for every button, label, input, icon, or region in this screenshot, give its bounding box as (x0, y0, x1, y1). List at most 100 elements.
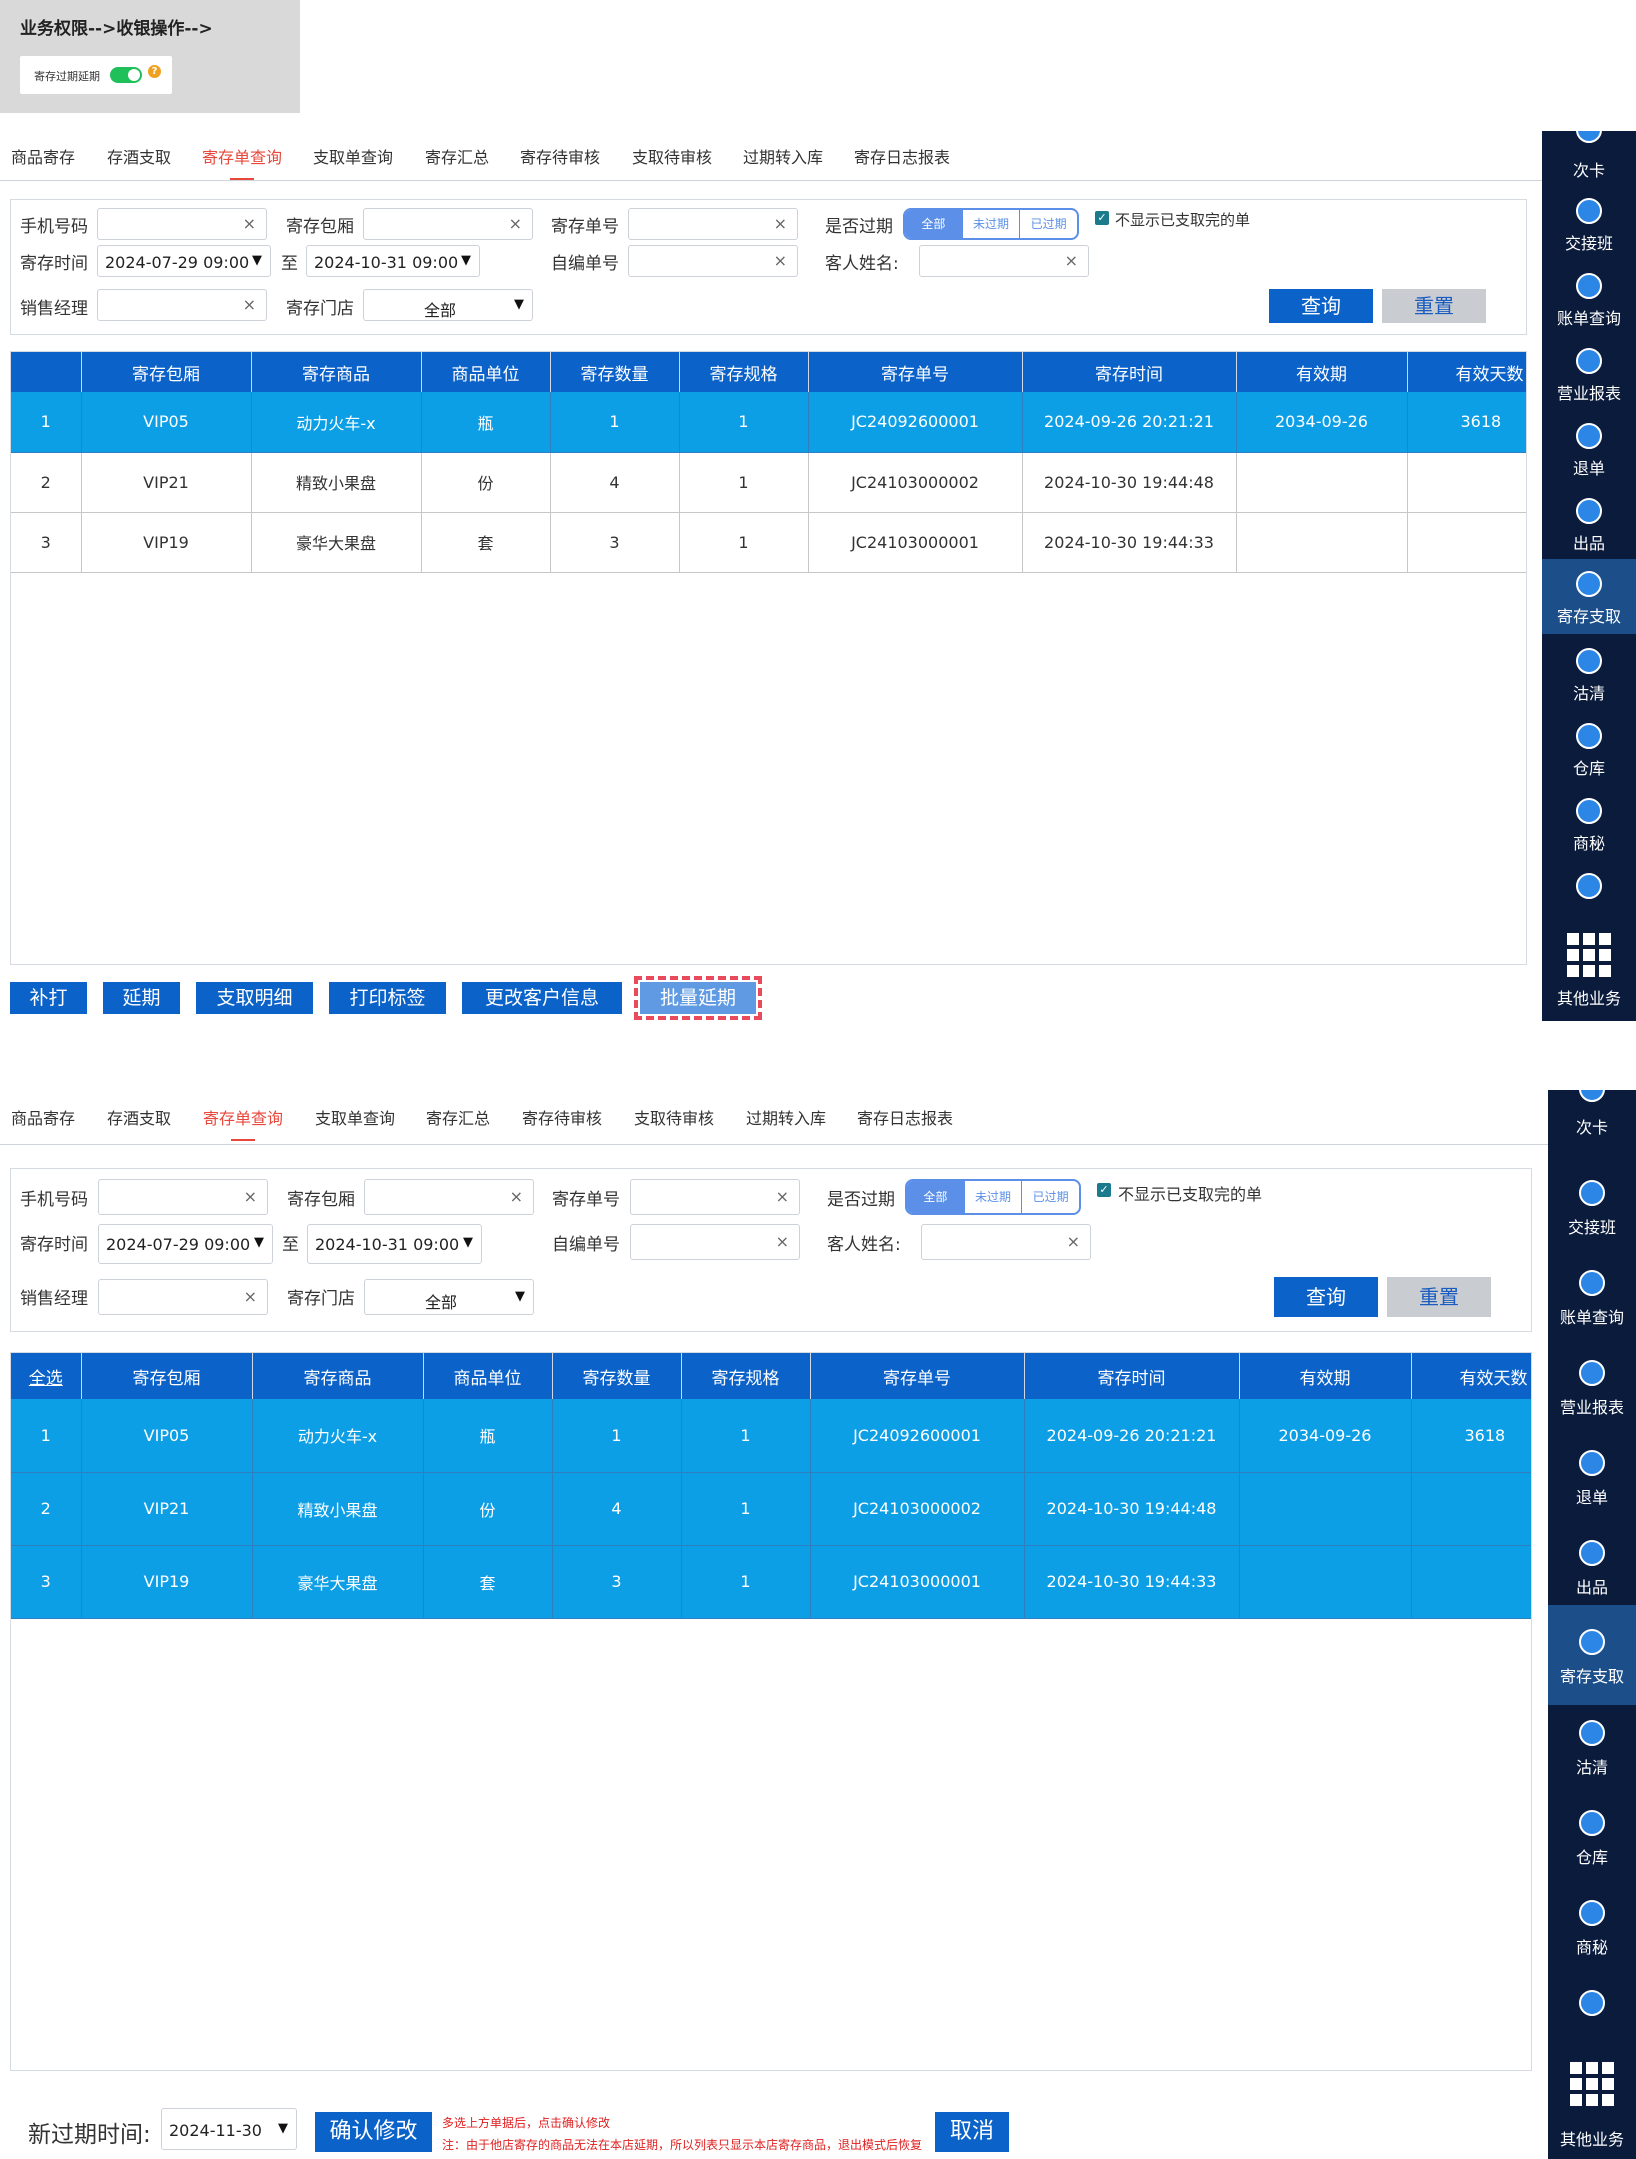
sidebar-item-user[interactable] (1542, 867, 1636, 917)
clear-icon[interactable]: × (243, 214, 256, 233)
clear-icon[interactable]: × (774, 251, 787, 270)
sidebar-item-shift[interactable]: 交接班 (1542, 192, 1636, 267)
sidebar-item-deposit[interactable]: 寄存支取 (1548, 1605, 1636, 1705)
tab-withdraw-query[interactable]: 支取单查询 (313, 144, 393, 168)
table-row[interactable]: 3 VIP19 豪华大果盘 套 3 1 JC24103000001 2024-1… (11, 512, 1526, 573)
reset-button[interactable]: 重置 (1387, 1277, 1491, 1317)
batch-extend-button[interactable]: 批量延期 (634, 976, 762, 1020)
sidebar-item-soldout[interactable]: 沽清 (1542, 642, 1636, 717)
table-row[interactable]: 2 VIP21 精致小果盘 份 4 1 JC24103000002 2024-1… (11, 1472, 1531, 1546)
expired-all[interactable]: 全部 (905, 210, 963, 238)
table-row[interactable]: 1 VIP05 动力火车-x 瓶 1 1 JC24092600001 2024-… (11, 392, 1526, 453)
edit-customer-button[interactable]: 更改客户信息 (462, 982, 622, 1014)
tab-deposit-review[interactable]: 寄存待审核 (520, 144, 600, 168)
customer-input[interactable]: × (921, 1224, 1091, 1260)
tab-deposit-review[interactable]: 寄存待审核 (522, 1105, 602, 1129)
sidebar-item-report[interactable]: 营业报表 (1548, 1346, 1636, 1436)
sidebar-item-secretary[interactable]: 商秘 (1548, 1886, 1636, 1976)
self-no-input[interactable]: × (630, 1224, 800, 1260)
time-from-select[interactable]: 2024-07-29 09:00 ▼ (97, 245, 271, 277)
time-from-select[interactable]: 2024-07-29 09:00 ▼ (98, 1224, 273, 1264)
hide-done-checkbox[interactable]: ✓ (1097, 1183, 1111, 1197)
sidebar-item-user[interactable] (1548, 1976, 1636, 2036)
tab-withdraw-query[interactable]: 支取单查询 (315, 1105, 395, 1129)
table-row[interactable]: 1 VIP05 动力火车-x 瓶 1 1 JC24092600001 2024-… (11, 1399, 1531, 1473)
clear-icon[interactable]: × (510, 1187, 523, 1206)
sidebar-item-more[interactable]: 其他业务 (1548, 2050, 1636, 2159)
sidebar-item-punch-card[interactable]: 次卡 (1542, 131, 1636, 192)
sidebar-item-serve[interactable]: 出品 (1548, 1526, 1636, 1616)
customer-input[interactable]: × (919, 245, 1089, 277)
confirm-modify-button[interactable]: 确认修改 (315, 2112, 432, 2152)
tab-wine-withdraw[interactable]: 存酒支取 (107, 1105, 171, 1129)
sidebar-item-punch-card[interactable]: 次卡 (1548, 1090, 1636, 1166)
store-select[interactable]: 全部 ▼ (363, 289, 533, 321)
sidebar-item-secretary[interactable]: 商秘 (1542, 792, 1636, 867)
clear-icon[interactable]: × (509, 214, 522, 233)
expired-not[interactable]: 未过期 (965, 1181, 1023, 1213)
tab-deposit-query[interactable]: 寄存单查询 (202, 144, 282, 180)
order-no-input[interactable]: × (628, 208, 798, 240)
table-row[interactable]: 2 VIP21 精致小果盘 份 4 1 JC24103000002 2024-1… (11, 452, 1526, 513)
extend-button[interactable]: 延期 (103, 982, 180, 1014)
tab-deposit-log[interactable]: 寄存日志报表 (857, 1105, 953, 1129)
sidebar-item-report[interactable]: 营业报表 (1542, 342, 1636, 417)
clear-icon[interactable]: × (243, 295, 256, 314)
withdraw-detail-button[interactable]: 支取明细 (196, 982, 313, 1014)
sidebar-item-warehouse[interactable]: 仓库 (1548, 1796, 1636, 1886)
expired-yes[interactable]: 已过期 (1022, 1181, 1079, 1213)
room-input[interactable]: × (363, 208, 533, 240)
clear-icon[interactable]: × (776, 1187, 789, 1206)
manager-input[interactable]: × (97, 289, 267, 321)
room-input[interactable]: × (364, 1179, 534, 1215)
tab-withdraw-review[interactable]: 支取待审核 (634, 1105, 714, 1129)
query-button[interactable]: 查询 (1274, 1277, 1378, 1317)
expired-not[interactable]: 未过期 (963, 210, 1021, 238)
tab-expired-to-stock[interactable]: 过期转入库 (746, 1105, 826, 1129)
clear-icon[interactable]: × (244, 1187, 257, 1206)
sidebar-item-refund[interactable]: 退单 (1542, 417, 1636, 492)
expired-all[interactable]: 全部 (907, 1181, 965, 1213)
sidebar-item-warehouse[interactable]: 仓库 (1542, 717, 1636, 792)
cancel-button[interactable]: 取消 (935, 2112, 1009, 2152)
tab-deposit-summary[interactable]: 寄存汇总 (425, 144, 489, 168)
tab-deposit-query[interactable]: 寄存单查询 (203, 1105, 283, 1141)
sidebar-item-shift[interactable]: 交接班 (1548, 1166, 1636, 1256)
tab-deposit-summary[interactable]: 寄存汇总 (426, 1105, 490, 1129)
tab-withdraw-review[interactable]: 支取待审核 (632, 144, 712, 168)
time-to-select[interactable]: 2024-10-31 09:00 ▼ (306, 245, 480, 277)
tab-expired-to-stock[interactable]: 过期转入库 (743, 144, 823, 168)
tab-goods-deposit[interactable]: 商品寄存 (11, 1105, 75, 1129)
sidebar-item-more[interactable]: 其他业务 (1542, 921, 1636, 1021)
new-expiry-select[interactable]: 2024-11-30 ▼ (161, 2108, 297, 2150)
clear-icon[interactable]: × (776, 1232, 789, 1251)
store-select[interactable]: 全部 ▼ (364, 1279, 534, 1315)
expired-yes[interactable]: 已过期 (1020, 210, 1077, 238)
sidebar-item-soldout[interactable]: 沽清 (1548, 1706, 1636, 1796)
query-button[interactable]: 查询 (1269, 289, 1373, 323)
phone-input[interactable]: × (98, 1179, 268, 1215)
sidebar-item-bill-query[interactable]: 账单查询 (1548, 1256, 1636, 1346)
clear-icon[interactable]: × (1067, 1232, 1080, 1251)
table-row[interactable]: 3 VIP19 豪华大果盘 套 3 1 JC24103000001 2024-1… (11, 1545, 1531, 1619)
select-all-link[interactable]: 全选 (11, 1353, 82, 1399)
print-label-button[interactable]: 打印标签 (329, 982, 446, 1014)
hide-done-checkbox[interactable]: ✓ (1095, 211, 1109, 225)
expiry-extend-toggle[interactable] (110, 67, 142, 83)
time-to-select[interactable]: 2024-10-31 09:00 ▼ (307, 1224, 482, 1264)
manager-input[interactable]: × (98, 1279, 268, 1315)
tab-goods-deposit[interactable]: 商品寄存 (11, 144, 75, 168)
sidebar-item-bill-query[interactable]: 账单查询 (1542, 267, 1636, 342)
phone-input[interactable]: × (97, 208, 267, 240)
sidebar-item-serve[interactable]: 出品 (1542, 492, 1636, 567)
clear-icon[interactable]: × (244, 1287, 257, 1306)
tab-deposit-log[interactable]: 寄存日志报表 (854, 144, 950, 168)
help-icon[interactable]: ? (148, 65, 161, 78)
order-no-input[interactable]: × (630, 1179, 800, 1215)
reset-button[interactable]: 重置 (1382, 289, 1486, 323)
tab-wine-withdraw[interactable]: 存酒支取 (107, 144, 171, 168)
reprint-button[interactable]: 补打 (10, 982, 87, 1014)
sidebar-item-deposit[interactable]: 寄存支取 (1542, 559, 1636, 634)
sidebar-item-refund[interactable]: 退单 (1548, 1436, 1636, 1526)
clear-icon[interactable]: × (1065, 251, 1078, 270)
